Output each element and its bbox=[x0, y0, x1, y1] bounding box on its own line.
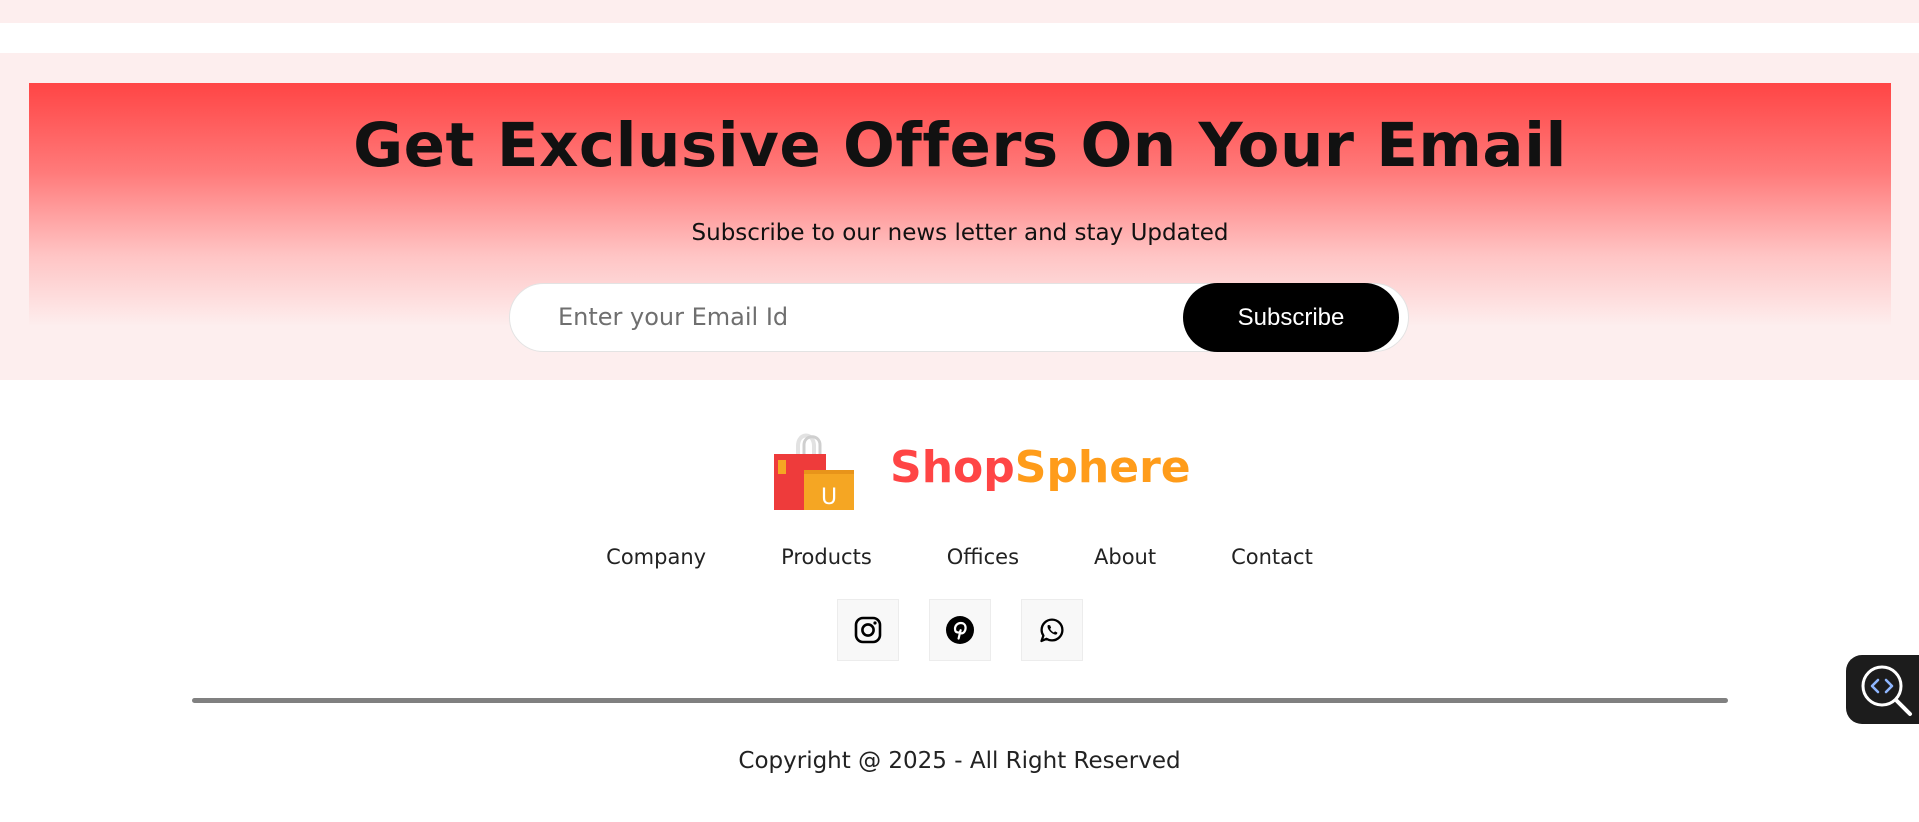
nav-link-contact[interactable]: Contact bbox=[1231, 545, 1313, 569]
code-search-icon bbox=[1861, 665, 1912, 716]
brand-name: ShopSphere bbox=[890, 442, 1191, 493]
pinterest-icon bbox=[945, 616, 974, 644]
code-search-widget[interactable] bbox=[1846, 655, 1919, 724]
nav-link-about[interactable]: About bbox=[1094, 545, 1156, 569]
offers-subtitle: Subscribe to our news letter and stay Up… bbox=[691, 220, 1229, 246]
instagram-icon bbox=[854, 616, 881, 644]
whatsapp-icon bbox=[1039, 618, 1064, 643]
offers-section: Get Exclusive Offers On Your Email Subsc… bbox=[0, 53, 1919, 380]
offers-title: Get Exclusive Offers On Your Email bbox=[353, 110, 1567, 181]
brand-logo[interactable]: U ShopSphere bbox=[770, 430, 1191, 510]
nav-link-products[interactable]: Products bbox=[781, 545, 872, 569]
top-strip bbox=[0, 0, 1919, 23]
shopping-bag-icon: U bbox=[774, 433, 854, 510]
bag-letter: U bbox=[821, 485, 837, 510]
pinterest-button[interactable] bbox=[928, 599, 991, 661]
subscribe-button[interactable]: Subscribe bbox=[1183, 283, 1399, 352]
whatsapp-button[interactable] bbox=[1020, 599, 1083, 661]
footer-divider bbox=[192, 698, 1728, 703]
footer-nav: Company Products Offices About Contact bbox=[0, 545, 1919, 569]
offers-panel: Get Exclusive Offers On Your Email Subsc… bbox=[29, 83, 1891, 380]
email-input[interactable] bbox=[528, 294, 1168, 340]
brand-name-sphere: Sphere bbox=[1014, 442, 1191, 493]
social-links bbox=[0, 599, 1919, 661]
newsletter-form: Subscribe bbox=[509, 283, 1409, 352]
copyright-text: Copyright @ 2025 - All Right Reserved bbox=[738, 748, 1181, 774]
nav-link-company[interactable]: Company bbox=[606, 545, 706, 569]
nav-link-offices[interactable]: Offices bbox=[947, 545, 1019, 569]
brand-name-shop: Shop bbox=[890, 442, 1015, 493]
instagram-button[interactable] bbox=[836, 599, 899, 661]
